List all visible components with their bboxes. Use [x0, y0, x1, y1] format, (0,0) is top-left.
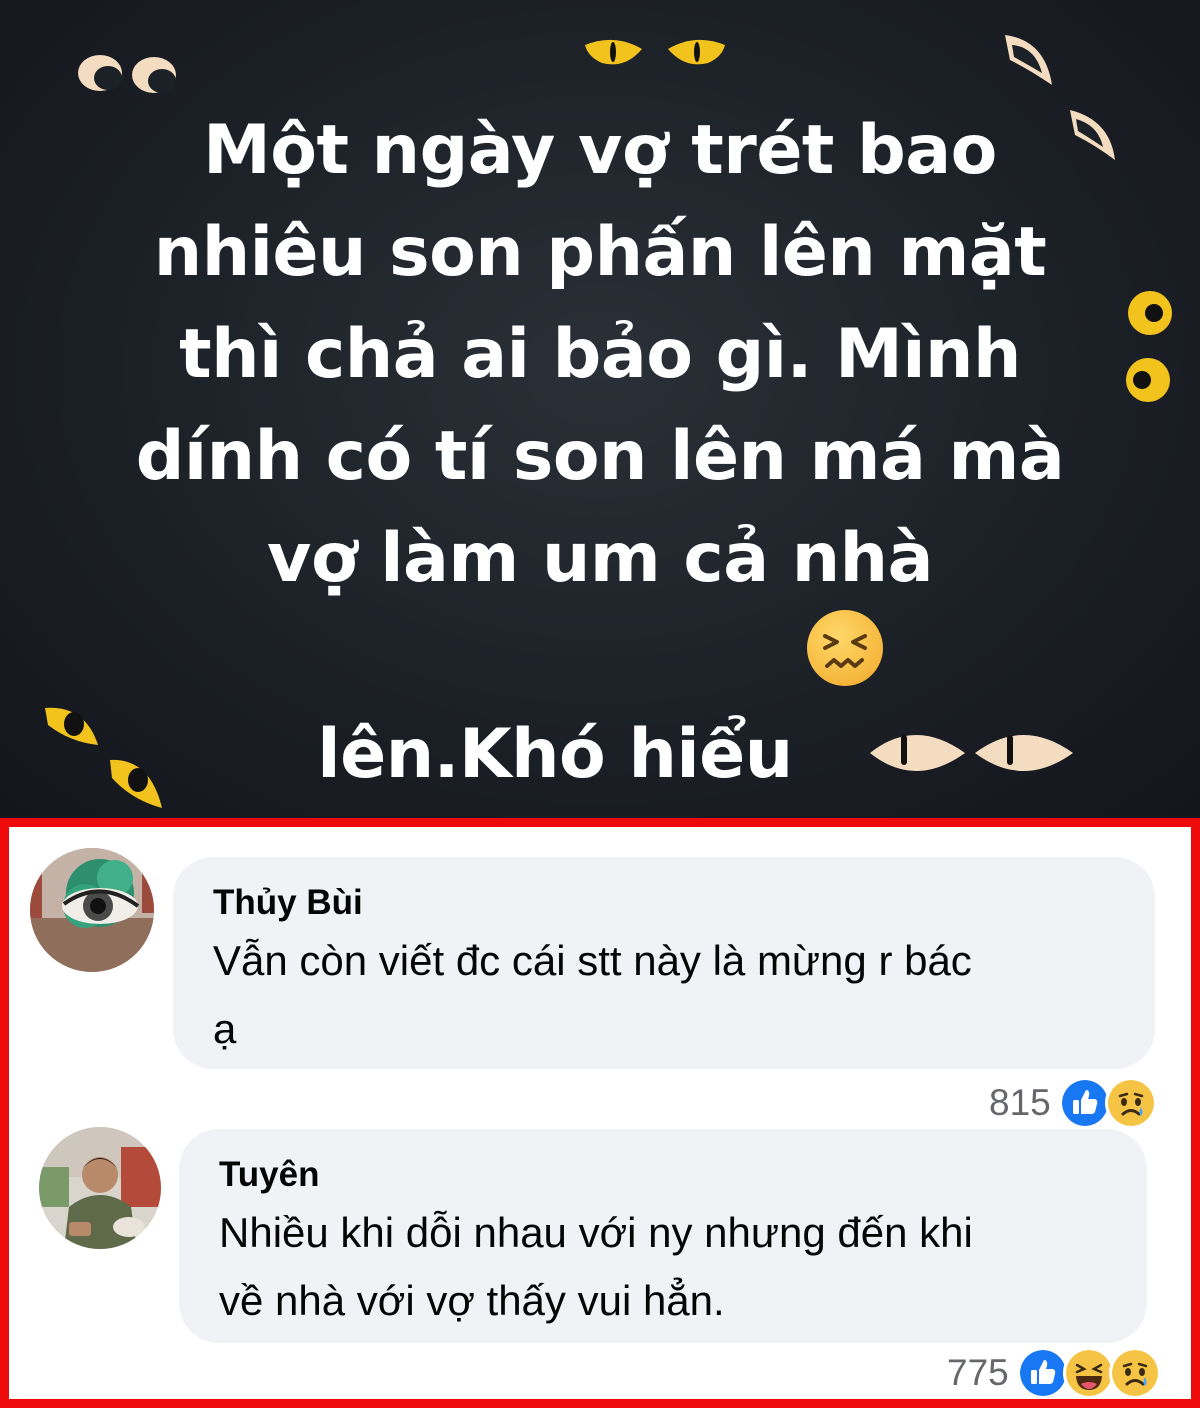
comments-panel: Thủy Bùi Vẫn còn viết đc cái stt này là …	[0, 818, 1200, 1408]
reaction-count: 815	[989, 1082, 1051, 1123]
haha-reaction-icon	[1062, 1347, 1115, 1399]
comment-bubble: Tuyên Nhiều khi dỗi nhau với ny nhưng đế…	[179, 1129, 1147, 1343]
avatar[interactable]	[30, 848, 154, 972]
eyes-top-left-icon	[78, 55, 176, 93]
eyes-top-center-icon	[585, 39, 725, 65]
comment-author[interactable]: Tuyên	[219, 1155, 1107, 1195]
reaction-count: 775	[947, 1352, 1009, 1393]
post-status-text: Một ngày vợ trét bao nhiêu son phấn lên …	[60, 100, 1140, 806]
comment-reactions[interactable]: 775	[947, 1345, 1161, 1401]
comment-text: Nhiều khi dỗi nhau với ny nhưng đến khi …	[219, 1209, 973, 1324]
sad-reaction-icon	[1108, 1347, 1161, 1399]
comment-bubble: Thủy Bùi Vẫn còn viết đc cái stt này là …	[173, 857, 1155, 1069]
comment-reactions[interactable]: 815	[989, 1075, 1157, 1131]
sad-reaction-icon	[1104, 1077, 1157, 1129]
post-image: Một ngày vợ trét bao nhiêu son phấn lên …	[0, 0, 1200, 818]
confounded-face-icon	[806, 610, 883, 686]
comment-text: Vẫn còn viết đc cái stt này là mừng r bá…	[213, 937, 972, 1052]
like-reaction-icon	[1058, 1077, 1111, 1129]
comment-author[interactable]: Thủy Bùi	[213, 883, 1115, 923]
post-text-content: Một ngày vợ trét bao nhiêu son phấn lên …	[135, 111, 1065, 794]
like-reaction-icon	[1016, 1347, 1069, 1399]
avatar[interactable]	[39, 1127, 161, 1249]
